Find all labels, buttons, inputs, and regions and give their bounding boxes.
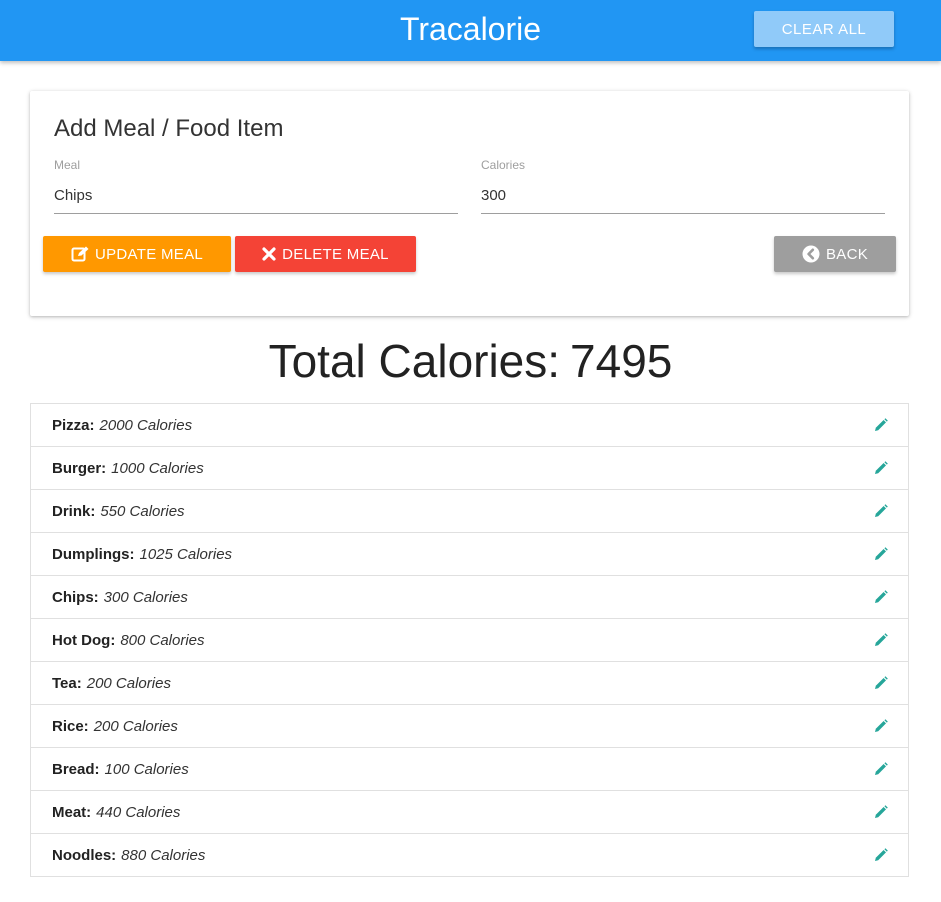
item-name: Pizza: [52, 416, 95, 434]
list-item: Bread: 100 Calories [31, 748, 908, 791]
edit-icon [71, 246, 89, 263]
list-item: Hot Dog: 800 Calories [31, 619, 908, 662]
pencil-icon[interactable] [873, 589, 889, 605]
item-calories: 200 Calories [93, 717, 178, 735]
list-item: Meat: 440 Calories [31, 791, 908, 834]
item-name: Rice: [52, 717, 89, 735]
pencil-icon[interactable] [873, 804, 889, 820]
form-title: Add Meal / Food Item [54, 115, 284, 142]
meal-list: Pizza: 2000 Calories Burger: 1000 Calories D… [30, 403, 909, 877]
back-button[interactable]: BACK [774, 236, 896, 272]
total-calories-value: 7495 [570, 335, 673, 387]
list-item: Chips: 300 Calories [31, 576, 908, 619]
clear-all-button[interactable]: CLEAR ALL [754, 11, 894, 47]
close-icon [262, 247, 276, 261]
item-name: Meat: [52, 803, 92, 821]
item-name: Burger: [52, 459, 107, 477]
meal-form-card: Add Meal / Food Item Meal Calories UPDAT… [30, 91, 909, 316]
item-calories: 880 Calories [121, 846, 206, 864]
pencil-icon[interactable] [873, 632, 889, 648]
item-calories: 2000 Calories [99, 416, 193, 434]
total-calories: Total Calories: 7495 [0, 333, 941, 389]
list-item: Dumplings: 1025 Calories [31, 533, 908, 576]
back-label: BACK [825, 245, 869, 263]
list-item: Tea: 200 Calories [31, 662, 908, 705]
pencil-icon[interactable] [873, 546, 889, 562]
item-calories: 800 Calories [120, 631, 205, 649]
item-name: Drink: [52, 502, 96, 520]
delete-meal-button[interactable]: DELETE MEAL [235, 236, 416, 272]
list-item: Pizza: 2000 Calories [31, 404, 908, 447]
pencil-icon[interactable] [873, 718, 889, 734]
list-item: Drink: 550 Calories [31, 490, 908, 533]
chevron-left-circle-icon [802, 245, 820, 263]
pencil-icon[interactable] [873, 761, 889, 777]
pencil-icon[interactable] [873, 417, 889, 433]
item-calories: 300 Calories [103, 588, 188, 606]
calories-label: Calories [481, 158, 526, 172]
item-name: Chips: [52, 588, 99, 606]
item-calories: 1025 Calories [139, 545, 233, 563]
pencil-icon[interactable] [873, 847, 889, 863]
item-calories: 1000 Calories [111, 459, 204, 477]
list-item: Rice: 200 Calories [31, 705, 908, 748]
calories-input[interactable] [481, 177, 885, 214]
item-name: Tea: [52, 674, 82, 692]
item-name: Hot Dog: [52, 631, 116, 649]
pencil-icon[interactable] [873, 503, 889, 519]
item-name: Bread: [52, 760, 100, 778]
update-meal-label: UPDATE MEAL [94, 245, 204, 263]
pencil-icon[interactable] [873, 460, 889, 476]
delete-meal-label: DELETE MEAL [282, 245, 389, 263]
item-calories: 550 Calories [100, 502, 185, 520]
pencil-icon[interactable] [873, 675, 889, 691]
update-meal-button[interactable]: UPDATE MEAL [43, 236, 231, 272]
navbar: Tracalorie CLEAR ALL [0, 0, 941, 61]
meal-label: Meal [54, 158, 81, 172]
item-calories: 440 Calories [96, 803, 181, 821]
item-name: Dumplings: [52, 545, 135, 563]
list-item: Burger: 1000 Calories [31, 447, 908, 490]
item-calories: 100 Calories [104, 760, 189, 778]
item-calories: 200 Calories [86, 674, 171, 692]
meal-input[interactable] [54, 177, 458, 214]
total-calories-label: Total Calories: [268, 335, 561, 387]
item-name: Noodles: [52, 846, 117, 864]
list-item: Noodles: 880 Calories [31, 834, 908, 876]
